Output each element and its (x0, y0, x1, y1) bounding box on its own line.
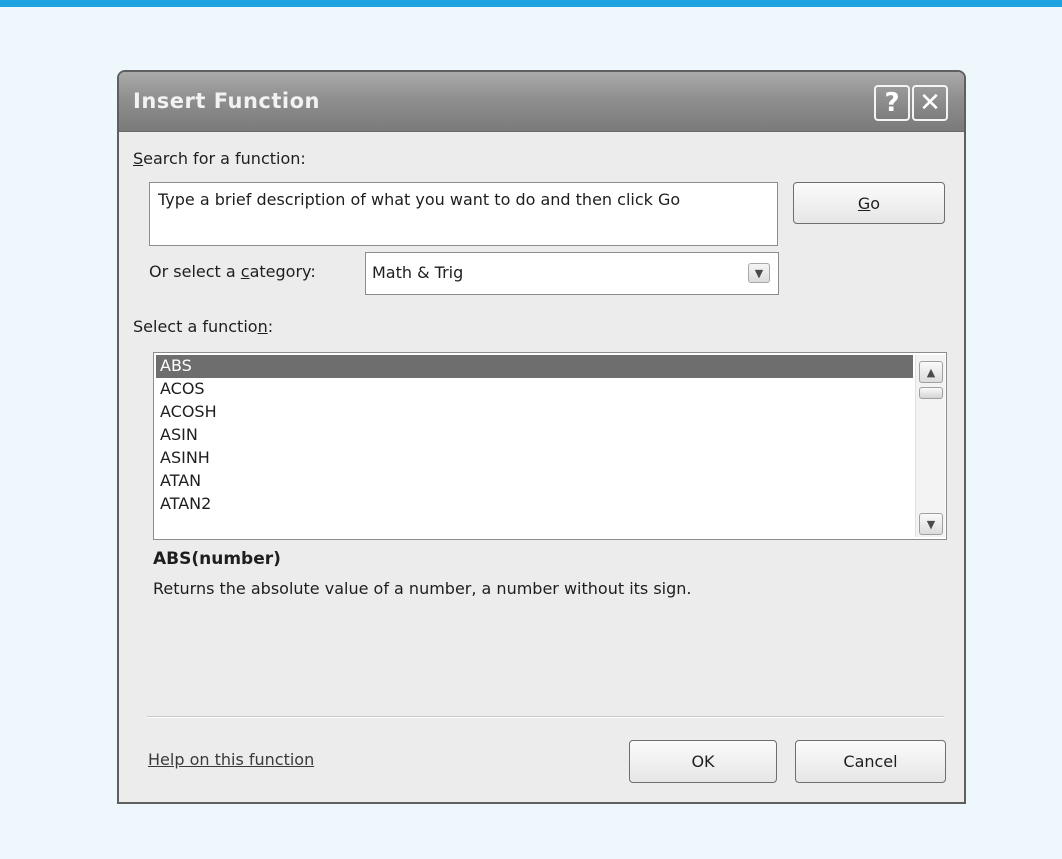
close-icon: ✕ (919, 88, 941, 118)
help-button[interactable]: ? (874, 85, 910, 121)
function-description: Returns the absolute value of a number, … (153, 579, 692, 598)
category-select[interactable]: Math & Trig ▼ (365, 252, 779, 295)
dialog-titlebar[interactable]: Insert Function ? ✕ (119, 72, 964, 132)
list-item-asin[interactable]: ASIN (156, 424, 913, 447)
function-list[interactable]: ABS ACOS ACOSH ASIN ASINH ATAN ATAN2 ▲ ▼ (153, 352, 947, 540)
dialog-title: Insert Function (133, 89, 320, 113)
chevron-down-icon[interactable]: ▼ (748, 263, 770, 283)
insert-function-dialog: Insert Function ? ✕ Search for a functio… (117, 70, 966, 804)
scroll-up-button[interactable]: ▲ (919, 361, 943, 383)
cancel-button[interactable]: Cancel (795, 740, 946, 783)
scroll-thumb[interactable] (919, 387, 943, 399)
list-item-atan2[interactable]: ATAN2 (156, 493, 913, 516)
category-label: Or select a category: (149, 262, 316, 281)
help-on-function-link[interactable]: Help on this function (148, 750, 314, 769)
ok-button[interactable]: OK (629, 740, 777, 783)
category-value: Math & Trig (372, 263, 464, 282)
function-search-input[interactable]: Type a brief description of what you wan… (149, 182, 778, 246)
search-label: Search for a function: (133, 149, 306, 168)
chevron-up-icon: ▲ (926, 365, 936, 379)
close-button[interactable]: ✕ (912, 85, 948, 121)
top-accent-rule (0, 0, 1062, 7)
list-item-atan[interactable]: ATAN (156, 470, 913, 493)
list-item-abs[interactable]: ABS (156, 355, 913, 378)
list-item-asinh[interactable]: ASINH (156, 447, 913, 470)
list-item-acos[interactable]: ACOS (156, 378, 913, 401)
chevron-down-icon: ▼ (926, 517, 936, 531)
function-list-label: Select a function: (133, 317, 274, 336)
function-list-scrollbar[interactable]: ▲ ▼ (915, 355, 945, 537)
footer-divider (147, 716, 944, 718)
function-signature: ABS(number) (153, 549, 281, 569)
scroll-down-button[interactable]: ▼ (919, 513, 943, 535)
go-button[interactable]: Go (793, 182, 945, 224)
list-item-acosh[interactable]: ACOSH (156, 401, 913, 424)
question-icon: ? (884, 88, 900, 118)
